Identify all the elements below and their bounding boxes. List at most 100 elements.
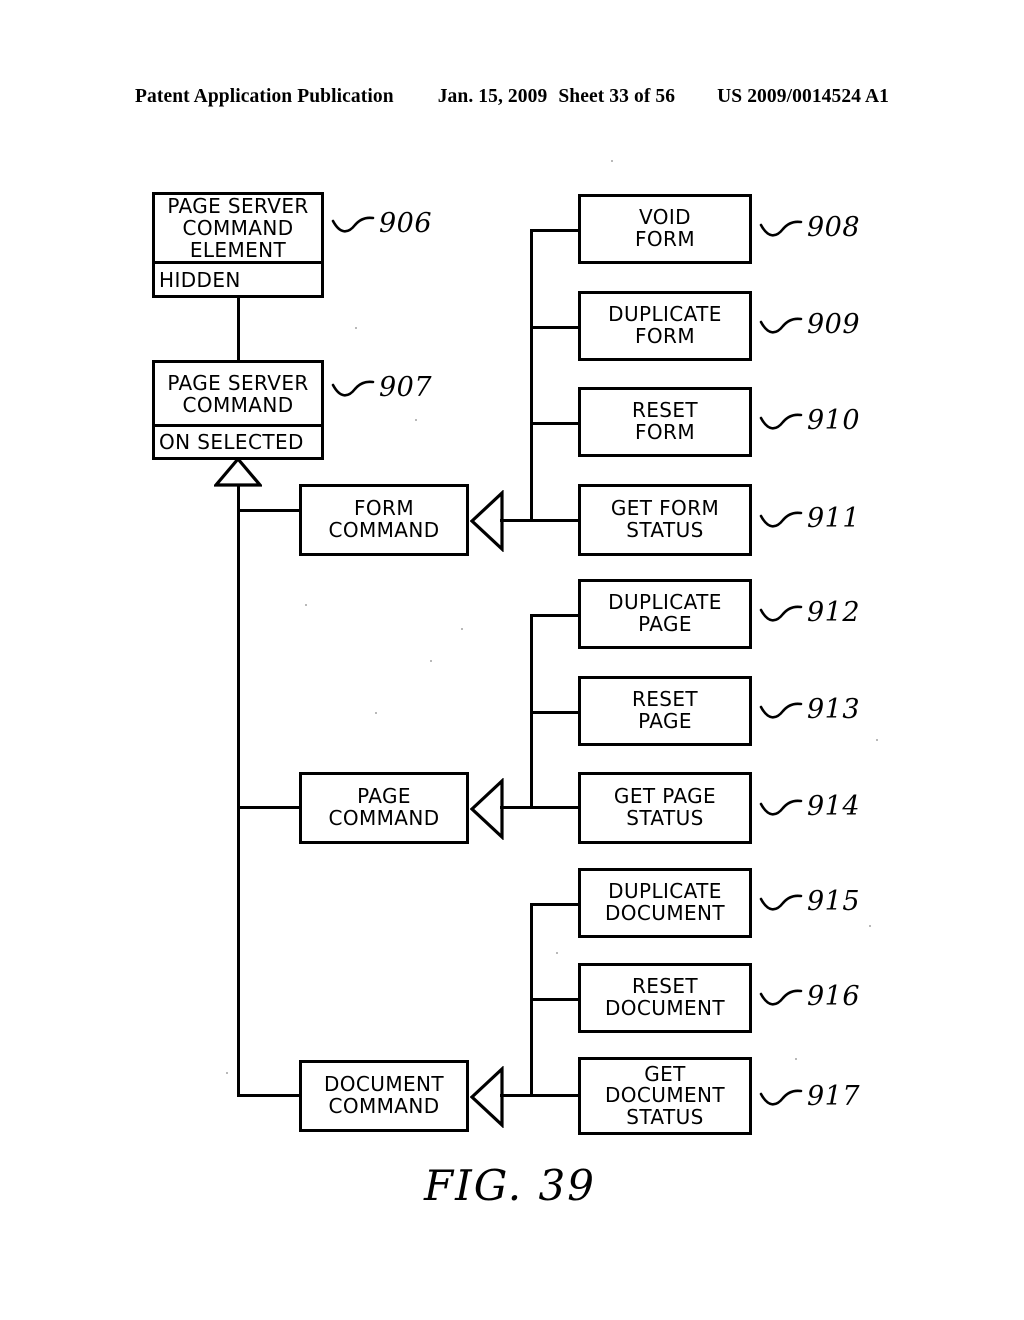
- leader-squiggle-icon: [759, 510, 803, 528]
- reference-numeral-916: 916: [759, 981, 860, 1012]
- box-label-get-form-status: GET FORM STATUS: [610, 496, 720, 542]
- box-label-duplicate-form: DUPLICATE FORM: [608, 302, 722, 348]
- leader-squiggle-icon: [759, 412, 803, 430]
- box-label-get-page-status: GET PAGE STATUS: [613, 784, 717, 830]
- scan-speck: [795, 1058, 797, 1060]
- generalization-triangle-icon: [214, 457, 262, 487]
- aggregation-triangle-icon-form: [470, 490, 504, 552]
- stub-reset-page: [530, 711, 580, 714]
- class-attribute-hidden: HIDDEN: [159, 268, 241, 292]
- figure-caption: FIG. 39: [424, 1161, 596, 1210]
- box-label-page-command: PAGE COMMAND: [328, 784, 440, 830]
- leader-squiggle-icon: [759, 893, 803, 911]
- box-reset-document[interactable]: RESET DOCUMENT: [578, 963, 752, 1033]
- reference-number-text: 906: [379, 208, 433, 239]
- leader-squiggle-icon: [331, 379, 375, 397]
- box-duplicate-page[interactable]: DUPLICATE PAGE: [578, 579, 752, 649]
- leader-squiggle-icon: [759, 1088, 803, 1106]
- connector-page-command-to-operations: [500, 806, 580, 809]
- box-label-duplicate-document: DUPLICATE DOCUMENT: [604, 879, 726, 925]
- box-get-page-status[interactable]: GET PAGE STATUS: [578, 772, 752, 844]
- reference-numeral-908: 908: [759, 212, 860, 243]
- stub-duplicate-document: [530, 903, 580, 906]
- scan-speck: [375, 712, 377, 714]
- leader-squiggle-icon: [759, 316, 803, 334]
- scan-speck: [869, 925, 871, 927]
- aggregation-triangle-icon-page: [470, 778, 504, 840]
- branch-line-page-command: [237, 806, 301, 809]
- reference-number-text: 911: [807, 503, 861, 534]
- class-name-page-server-command-element: PAGE SERVER COMMAND ELEMENT: [167, 194, 309, 262]
- class-name-page-server-command: PAGE SERVER COMMAND: [167, 370, 309, 417]
- connector-document-command-to-operations: [500, 1094, 580, 1097]
- reference-number-text: 912: [807, 597, 861, 628]
- stub-duplicate-page: [530, 614, 580, 617]
- reference-numeral-907: 907: [331, 372, 432, 403]
- stub-reset-form: [530, 422, 580, 425]
- scan-speck: [430, 660, 432, 662]
- reference-numeral-909: 909: [759, 309, 860, 340]
- scan-speck: [461, 628, 463, 630]
- leader-squiggle-icon: [759, 219, 803, 237]
- box-form-command[interactable]: FORM COMMAND: [299, 484, 469, 556]
- reference-numeral-913: 913: [759, 694, 860, 725]
- box-page-command[interactable]: PAGE COMMAND: [299, 772, 469, 844]
- box-label-document-command: DOCUMENT COMMAND: [323, 1072, 445, 1118]
- stub-reset-document: [530, 998, 580, 1001]
- scan-speck: [226, 1072, 228, 1074]
- box-label-void-form: VOID FORM: [635, 205, 695, 251]
- scan-speck: [556, 952, 558, 954]
- reference-number-text: 907: [379, 372, 433, 403]
- reference-number-text: 908: [807, 212, 861, 243]
- reference-numeral-910: 910: [759, 405, 860, 436]
- reference-numeral-917: 917: [759, 1081, 860, 1112]
- reference-number-text: 910: [807, 405, 861, 436]
- branch-line-form-command: [237, 509, 301, 512]
- box-label-form-command: FORM COMMAND: [328, 496, 440, 542]
- leader-squiggle-icon: [759, 604, 803, 622]
- reference-numeral-914: 914: [759, 791, 860, 822]
- box-get-form-status[interactable]: GET FORM STATUS: [578, 484, 752, 556]
- connector-element-to-command: [237, 298, 240, 360]
- reference-numeral-911: 911: [759, 503, 860, 534]
- reference-numeral-912: 912: [759, 597, 860, 628]
- spine-line-form-operations: [530, 229, 533, 522]
- reference-number-text: 913: [807, 694, 861, 725]
- box-get-document-status[interactable]: GET DOCUMENT STATUS: [578, 1057, 752, 1135]
- reference-number-text: 914: [807, 791, 861, 822]
- stub-void-form: [530, 229, 580, 232]
- reference-number-text: 909: [807, 309, 861, 340]
- branch-line-document-command: [237, 1094, 301, 1097]
- box-duplicate-document[interactable]: DUPLICATE DOCUMENT: [578, 868, 752, 938]
- scan-speck: [305, 604, 307, 606]
- leader-squiggle-icon: [759, 798, 803, 816]
- leader-squiggle-icon: [331, 215, 375, 233]
- reference-numeral-906: 906: [331, 208, 432, 239]
- scan-speck: [415, 419, 417, 421]
- box-duplicate-form[interactable]: DUPLICATE FORM: [578, 291, 752, 361]
- box-reset-page[interactable]: RESET PAGE: [578, 676, 752, 746]
- box-void-form[interactable]: VOID FORM: [578, 194, 752, 264]
- scan-speck: [611, 160, 613, 162]
- figure-39-diagram: PAGE SERVER COMMAND ELEMENT HIDDEN 906 P…: [0, 0, 1024, 1320]
- box-document-command[interactable]: DOCUMENT COMMAND: [299, 1060, 469, 1132]
- box-label-duplicate-page: DUPLICATE PAGE: [608, 590, 722, 636]
- scan-speck: [355, 327, 357, 329]
- class-box-page-server-command-element[interactable]: PAGE SERVER COMMAND ELEMENT HIDDEN: [152, 192, 324, 298]
- inheritance-trunk-line: [237, 485, 240, 1097]
- box-label-get-document-status: GET DOCUMENT STATUS: [604, 1061, 726, 1129]
- leader-squiggle-icon: [759, 988, 803, 1006]
- connector-form-command-to-operations: [500, 519, 580, 522]
- stub-duplicate-form: [530, 326, 580, 329]
- class-box-page-server-command[interactable]: PAGE SERVER COMMAND ON SELECTED: [152, 360, 324, 460]
- class-attribute-on-selected: ON SELECTED: [159, 430, 304, 454]
- leader-squiggle-icon: [759, 701, 803, 719]
- box-label-reset-document: RESET DOCUMENT: [604, 974, 726, 1020]
- box-label-reset-page: RESET PAGE: [631, 687, 699, 733]
- reference-numeral-915: 915: [759, 886, 860, 917]
- box-reset-form[interactable]: RESET FORM: [578, 387, 752, 457]
- reference-number-text: 916: [807, 981, 861, 1012]
- reference-number-text: 915: [807, 886, 861, 917]
- scan-speck: [876, 739, 878, 741]
- aggregation-triangle-icon-document: [470, 1066, 504, 1128]
